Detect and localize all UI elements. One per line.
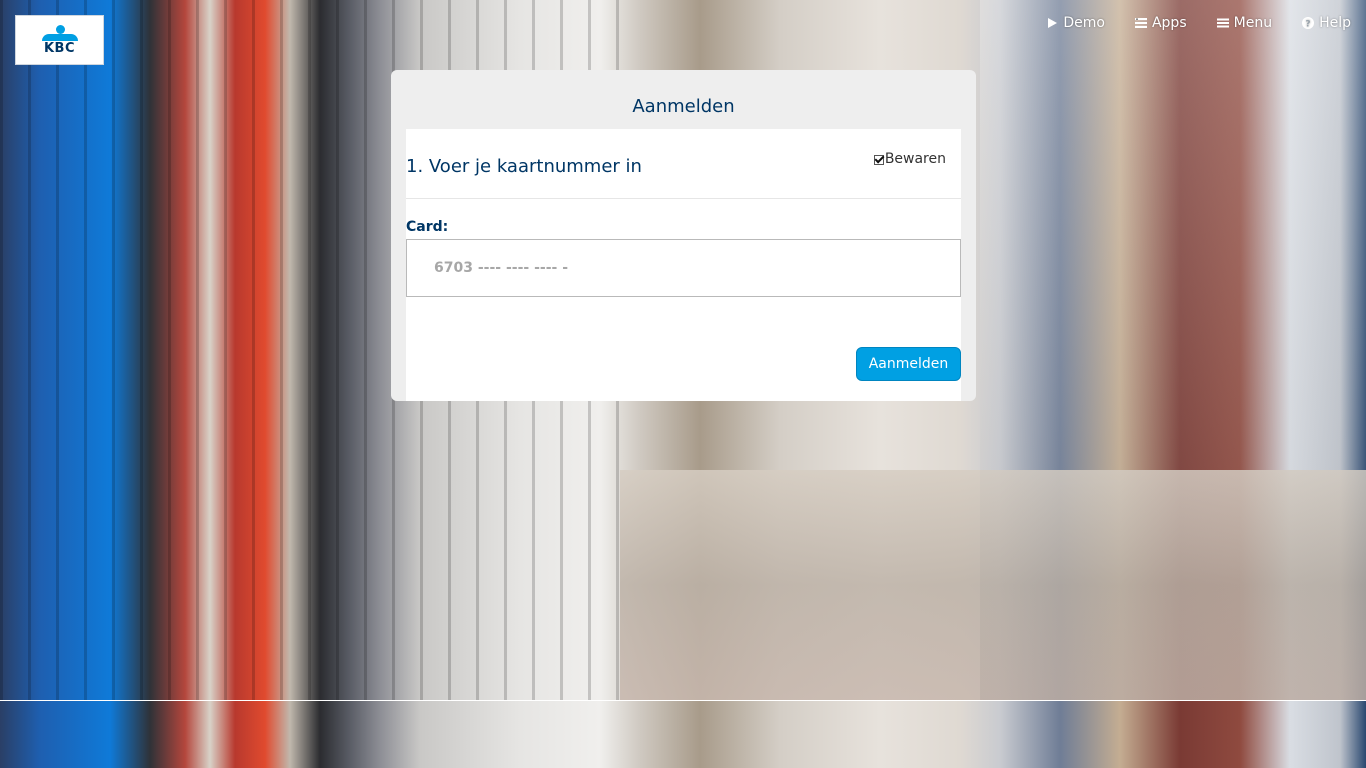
- login-form: 1. Voer je kaartnummer in Bewaren Card: …: [406, 129, 961, 401]
- divider: [406, 198, 961, 199]
- nav-menu[interactable]: Menu: [1216, 15, 1273, 31]
- nav-apps[interactable]: Apps: [1134, 15, 1187, 31]
- nav-help[interactable]: ? Help: [1302, 15, 1351, 31]
- nav-demo[interactable]: Demo: [1046, 15, 1105, 31]
- nav-apps-label: Apps: [1151, 15, 1187, 31]
- nav-demo-label: Demo: [1063, 15, 1105, 31]
- nav-help-label: Help: [1319, 15, 1351, 31]
- login-submit-button[interactable]: Aanmelden: [856, 347, 961, 381]
- background-photo-repeat: [0, 700, 1366, 768]
- kbc-person-icon: [41, 24, 79, 41]
- checkbox-icon: [873, 155, 884, 165]
- card-field-label: Card:: [406, 219, 449, 235]
- logo-text: KBC: [43, 40, 76, 56]
- nav-menu-label: Menu: [1233, 15, 1273, 31]
- login-card: Aanmelden 1. Voer je kaartnummer in Bewa…: [391, 70, 976, 401]
- login-title: Aanmelden: [632, 96, 735, 117]
- save-label: Bewaren: [884, 151, 946, 167]
- play-icon: [1048, 18, 1058, 28]
- step-title: 1. Voer je kaartnummer in: [406, 156, 642, 177]
- apps-list-icon: [1134, 18, 1147, 28]
- save-card-checkbox[interactable]: Bewaren: [873, 151, 946, 167]
- help-circle-icon: ?: [1302, 17, 1315, 30]
- menu-icon: [1216, 18, 1229, 28]
- card-number-input[interactable]: [406, 239, 961, 297]
- svg-text:?: ?: [1305, 20, 1310, 30]
- kbc-logo[interactable]: KBC: [15, 15, 104, 65]
- background-shoppers: [980, 0, 1366, 700]
- top-navigation: Demo Apps Menu ? Help: [1046, 15, 1351, 31]
